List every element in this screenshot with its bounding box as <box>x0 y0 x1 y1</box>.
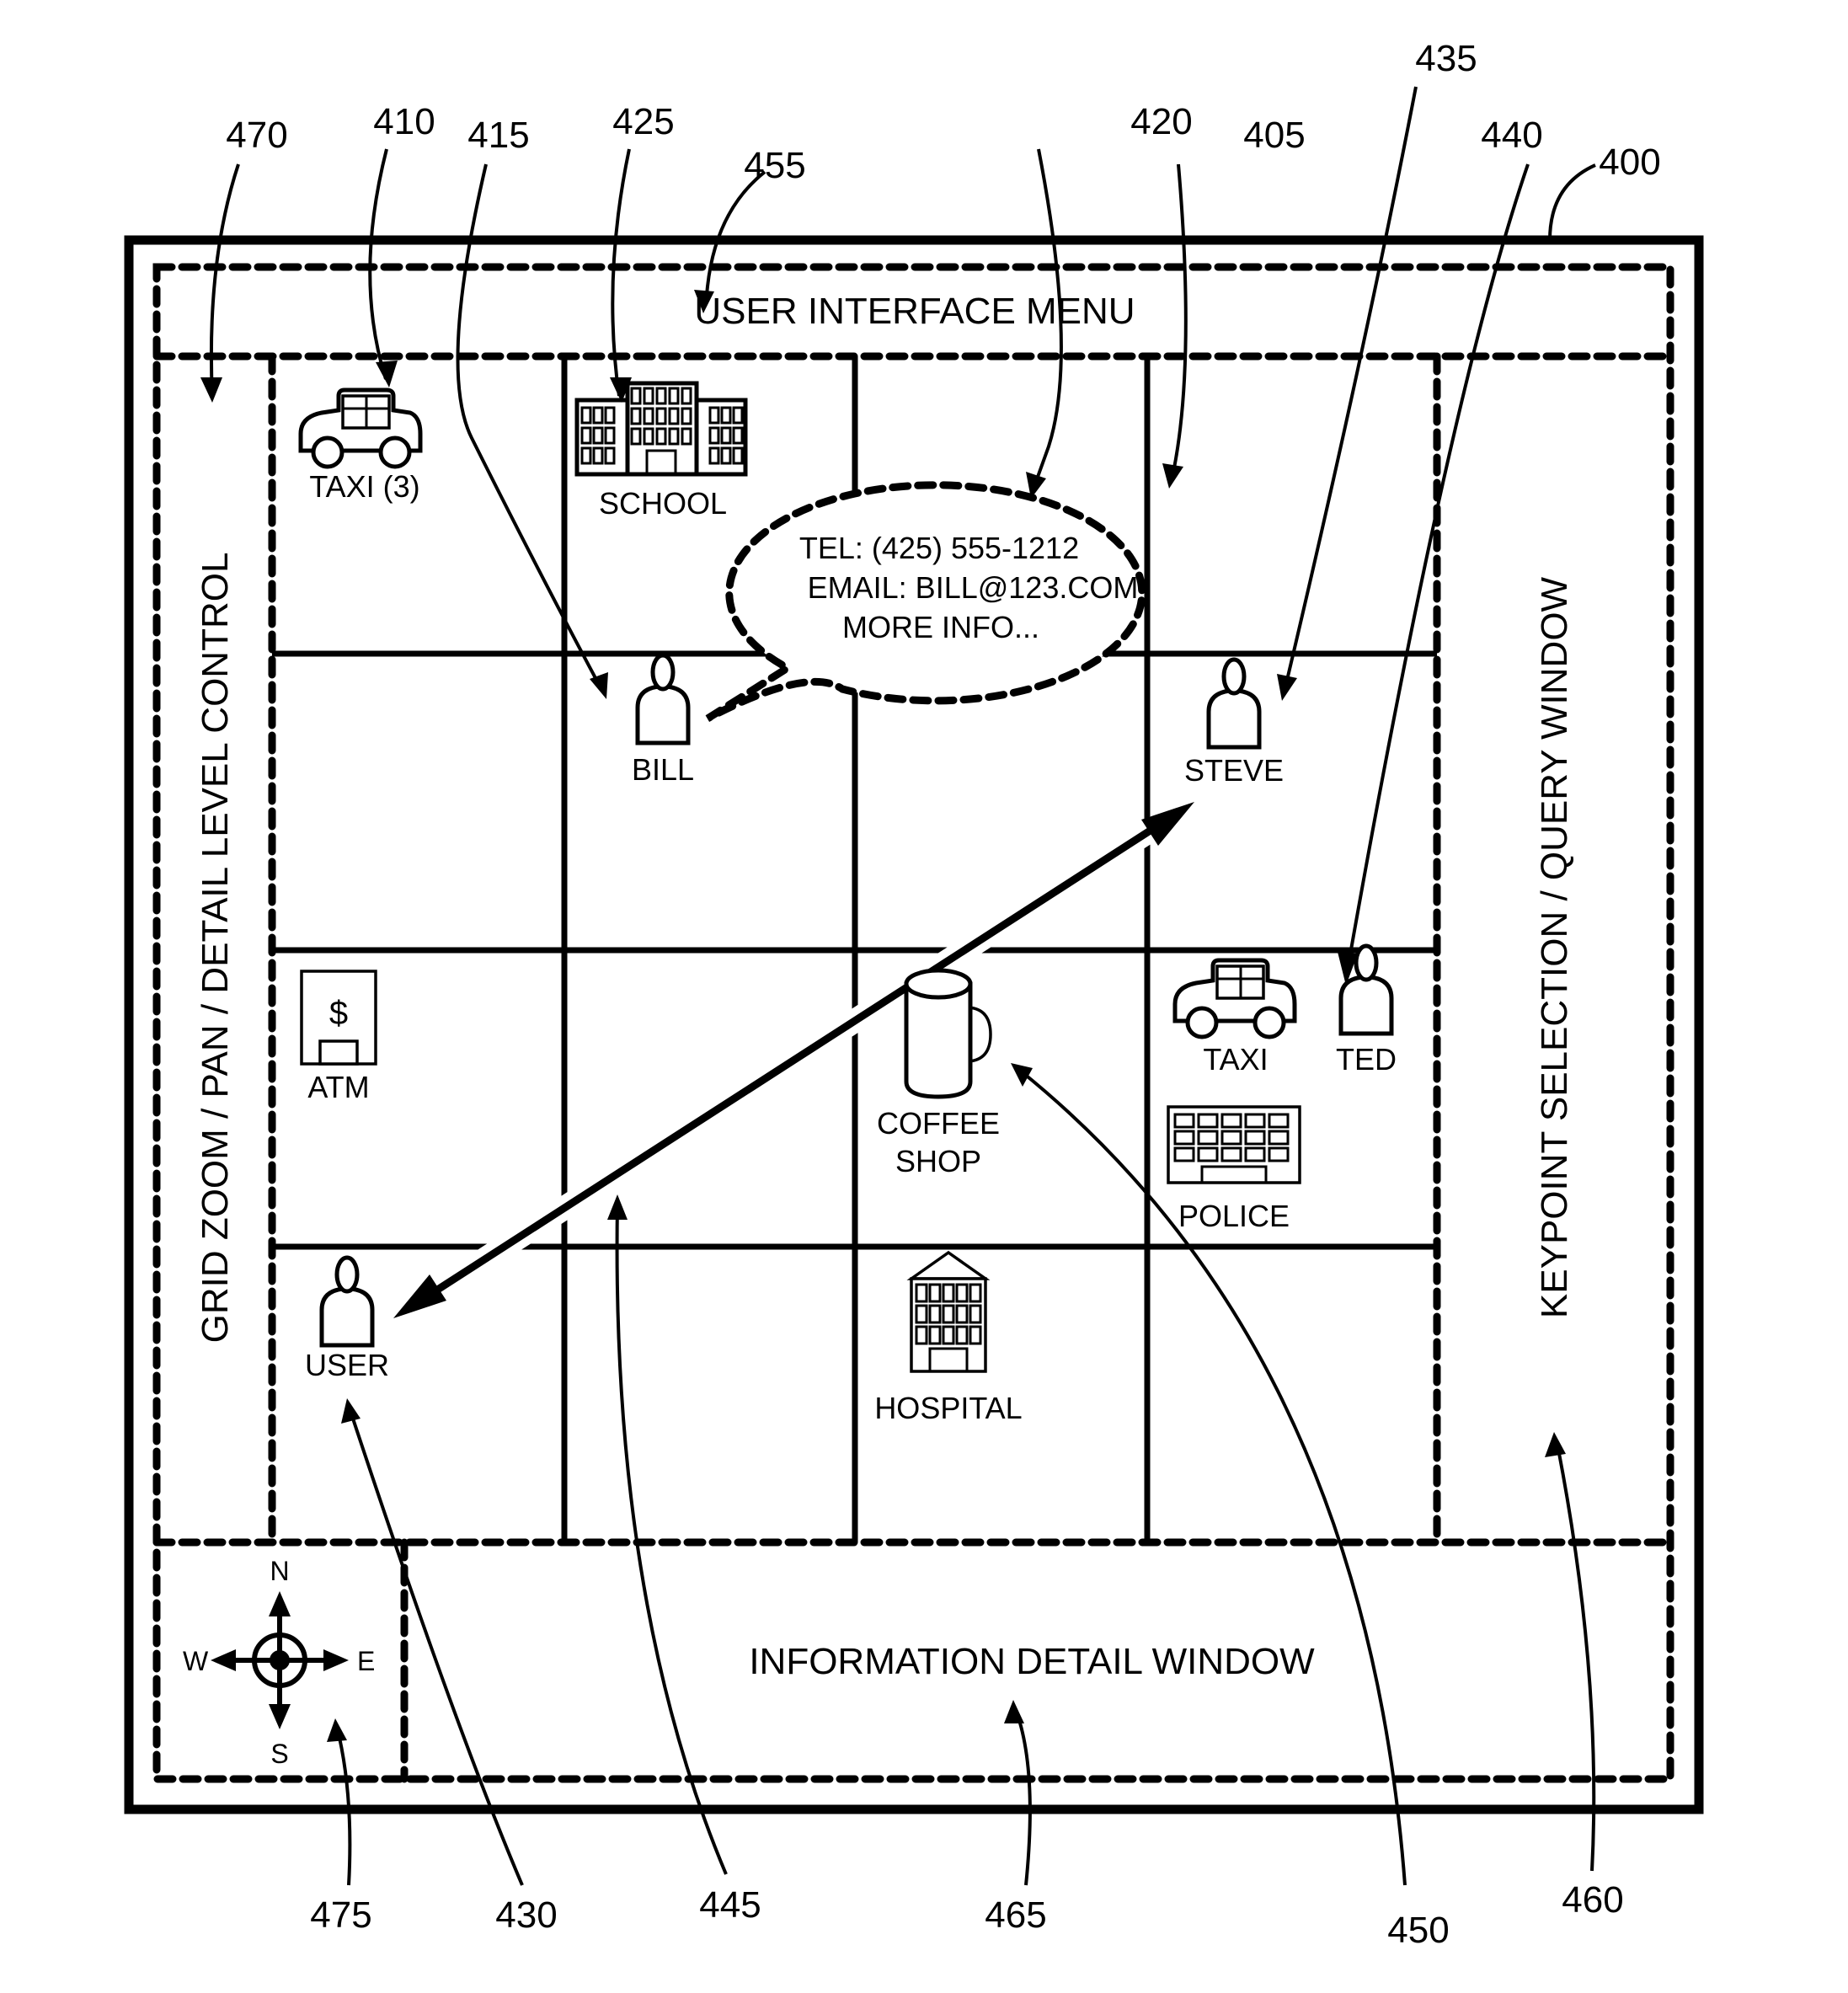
ref-425: 425 <box>612 101 674 142</box>
compass-north[interactable]: N <box>270 1556 289 1586</box>
ref-405: 405 <box>1243 115 1305 156</box>
bill-label: BILL <box>632 752 694 787</box>
svg-text:$: $ <box>329 995 348 1032</box>
bill-marker[interactable]: BILL <box>632 653 694 787</box>
bubble-tel[interactable]: TEL: (425) 555-1212 <box>799 531 1079 565</box>
leader-410-arrowhead <box>376 361 398 387</box>
leader-435 <box>1283 86 1418 692</box>
police-marker[interactable]: POLICE <box>1167 1105 1301 1233</box>
school-building-icon <box>574 381 748 477</box>
ref-420: 420 <box>1130 101 1192 142</box>
leader-430-arrowhead <box>341 1398 361 1424</box>
ref-455: 455 <box>744 145 805 186</box>
detail-window-label[interactable]: INFORMATION DETAIL WINDOW <box>749 1641 1315 1682</box>
map-ui-diagram: USER INTERFACE MENU GRID ZOOM / PAN / DE… <box>124 38 1704 1951</box>
coffee-shop-label-line1: COFFEE <box>877 1106 1000 1141</box>
leader-450 <box>1017 1068 1407 1886</box>
hospital-label: HOSPITAL <box>874 1391 1022 1425</box>
steve-marker[interactable]: STEVE <box>1184 657 1284 788</box>
user-label: USER <box>305 1348 389 1382</box>
ref-415: 415 <box>467 115 529 156</box>
coffee-shop-label-line2: SHOP <box>895 1144 981 1178</box>
ref-440: 440 <box>1481 115 1542 156</box>
ref-470: 470 <box>226 115 287 156</box>
leader-405 <box>1170 163 1188 481</box>
school-marker[interactable]: SCHOOL <box>574 381 748 521</box>
atm-icon: $ <box>300 970 377 1066</box>
hospital-building-icon <box>906 1250 991 1373</box>
ref-445: 445 <box>699 1884 761 1926</box>
leader-400 <box>1548 163 1596 241</box>
ref-430: 430 <box>495 1894 557 1936</box>
atm-label: ATM <box>307 1070 369 1104</box>
leader-445-arrowhead <box>607 1194 628 1220</box>
coffee-mug-icon <box>904 968 992 1099</box>
leader-405-arrowhead <box>1162 463 1183 489</box>
taxi-marker[interactable]: TAXI <box>1172 958 1297 1077</box>
person-icon <box>635 653 691 745</box>
leader-435-arrowhead <box>1277 674 1297 701</box>
leader-465 <box>1014 1709 1032 1886</box>
compass-west[interactable]: W <box>183 1646 209 1676</box>
taxi-group-label: TAXI (3) <box>309 469 419 504</box>
user-marker[interactable]: USER <box>305 1255 389 1382</box>
leader-465-arrowhead <box>1004 1700 1024 1723</box>
bubble-more-info[interactable]: MORE INFO... <box>842 610 1039 644</box>
leader-415-arrowhead <box>590 672 608 699</box>
leader-470 <box>209 163 240 397</box>
compass-rose-icon <box>211 1591 349 1729</box>
taxi-icon <box>298 387 423 469</box>
compass[interactable]: N S E W <box>183 1556 375 1769</box>
police-building-icon <box>1167 1105 1301 1184</box>
hospital-marker[interactable]: HOSPITAL <box>874 1250 1023 1425</box>
police-label: POLICE <box>1178 1199 1290 1233</box>
leader-470-arrowhead <box>200 377 222 403</box>
info-bubble[interactable]: TEL: (425) 555-1212 EMAIL: BILL@123.COM … <box>705 481 1146 722</box>
ui-menu-label[interactable]: USER INTERFACE MENU <box>694 291 1135 332</box>
leader-450-arrowhead <box>1011 1063 1033 1087</box>
ref-465: 465 <box>985 1894 1046 1936</box>
person-icon <box>1206 657 1262 750</box>
taxi-icon <box>1172 958 1297 1039</box>
ted-label: TED <box>1336 1042 1397 1077</box>
taxi-group-marker[interactable]: TAXI (3) <box>298 387 423 504</box>
query-window-label[interactable]: KEYPOINT SELECTION / QUERY WINDOW <box>1534 576 1575 1318</box>
person-icon <box>319 1255 375 1348</box>
leader-460-arrowhead <box>1545 1432 1566 1457</box>
ref-460: 460 <box>1562 1879 1623 1921</box>
bubble-email[interactable]: EMAIL: BILL@123.COM <box>808 570 1139 605</box>
compass-east[interactable]: E <box>357 1646 375 1676</box>
route-arrow <box>393 802 1194 1318</box>
ref-410: 410 <box>373 101 435 142</box>
compass-south[interactable]: S <box>270 1739 288 1769</box>
taxi-label: TAXI <box>1203 1042 1268 1077</box>
ref-475: 475 <box>310 1894 371 1936</box>
ref-450: 450 <box>1387 1910 1449 1951</box>
ref-435: 435 <box>1415 38 1477 79</box>
steve-label: STEVE <box>1184 753 1284 788</box>
school-label: SCHOOL <box>599 486 727 521</box>
ref-400: 400 <box>1599 142 1660 183</box>
zoom-control-label[interactable]: GRID ZOOM / PAN / DETAIL LEVEL CONTROL <box>195 553 236 1344</box>
atm-marker[interactable]: $ ATM <box>300 970 377 1104</box>
leader-475-arrowhead <box>327 1718 347 1742</box>
